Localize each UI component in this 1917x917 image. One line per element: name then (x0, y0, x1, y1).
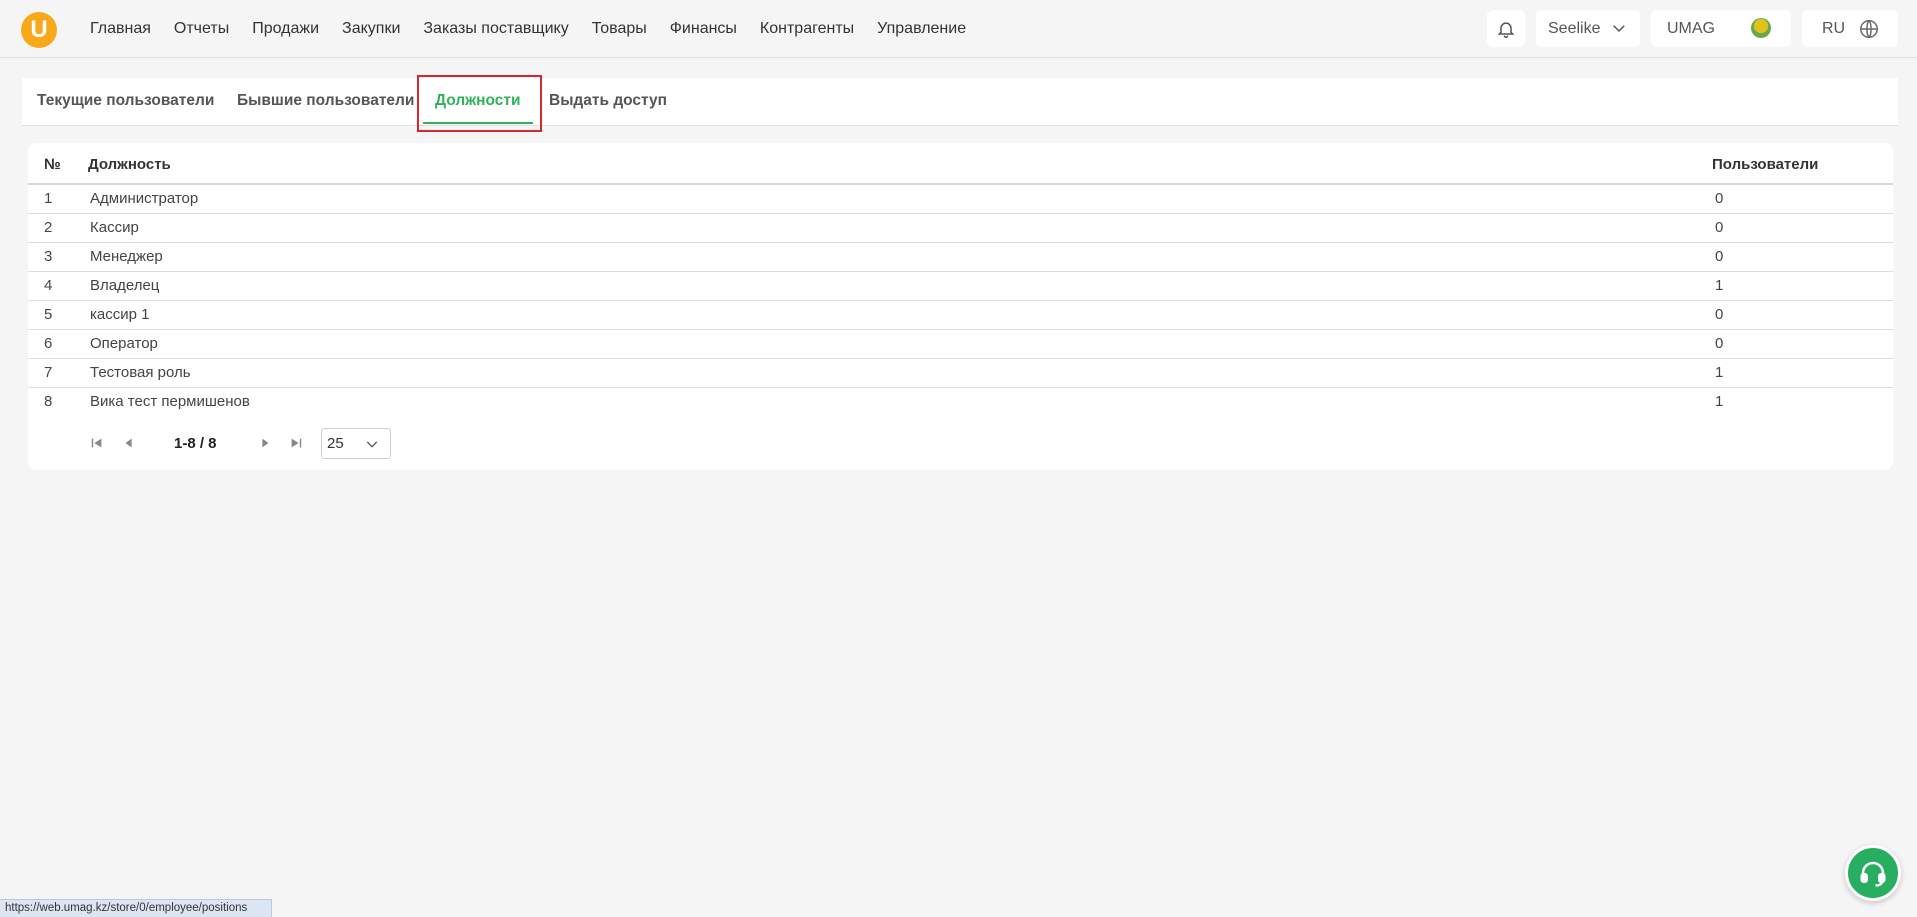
cell-users: 1 (1715, 393, 1724, 410)
next-page-icon[interactable] (258, 435, 272, 451)
table-row[interactable]: 8 Вика тест пермишенов 1 (28, 388, 1893, 417)
table-row[interactable]: 3 Менеджер 0 (28, 243, 1893, 272)
language-label: RU (1822, 19, 1846, 37)
cell-position: Кассир (90, 219, 139, 236)
chevron-down-icon (1613, 25, 1625, 33)
cell-num: 6 (44, 335, 53, 352)
main-nav: Главная Отчеты Продажи Закупки Заказы по… (90, 0, 989, 58)
globe-icon (1860, 20, 1878, 38)
browser-status-url: https://web.umag.kz/store/0/employee/pos… (0, 899, 272, 917)
cell-position: Вика тест пермишенов (90, 393, 250, 410)
cell-position: кассир 1 (90, 306, 150, 323)
support-chat-button[interactable] (1845, 845, 1901, 901)
cell-num: 2 (44, 219, 53, 236)
positions-table-card: № Должность Пользователи 1 Администратор… (28, 143, 1893, 470)
nav-home[interactable]: Главная (90, 20, 151, 38)
table-row[interactable]: 4 Владелец 1 (28, 272, 1893, 301)
user-menu[interactable]: UMAG (1651, 10, 1791, 47)
cell-num: 1 (44, 190, 53, 207)
avatar (1751, 18, 1771, 38)
store-selector[interactable]: Seelike (1536, 10, 1640, 47)
chevron-down-icon (366, 441, 378, 448)
tab-positions-label: Должности (435, 92, 521, 109)
cell-num: 3 (44, 248, 53, 265)
top-header: U Главная Отчеты Продажи Закупки Заказы … (0, 0, 1917, 58)
cell-users: 0 (1715, 335, 1724, 352)
pagination: 1-8 / 8 25 (62, 428, 391, 459)
column-header-users[interactable]: Пользователи (1712, 156, 1818, 173)
cell-users: 0 (1715, 219, 1724, 236)
cell-num: 8 (44, 393, 53, 410)
page-size-select[interactable]: 25 (321, 428, 391, 459)
table-row[interactable]: 7 Тестовая роль 1 (28, 359, 1893, 388)
cell-num: 7 (44, 364, 53, 381)
table-header: № Должность Пользователи (28, 143, 1893, 185)
table-row[interactable]: 6 Оператор 0 (28, 330, 1893, 359)
cell-position: Администратор (90, 190, 199, 207)
tab-positions[interactable]: Должности (423, 78, 533, 126)
table-row[interactable]: 1 Администратор 0 (28, 185, 1893, 214)
cell-position: Оператор (90, 335, 158, 352)
nav-counterparties[interactable]: Контрагенты (760, 20, 854, 38)
nav-sales[interactable]: Продажи (252, 20, 319, 38)
cell-users: 0 (1715, 190, 1724, 207)
cell-num: 4 (44, 277, 53, 294)
last-page-icon[interactable] (289, 435, 303, 451)
cell-position: Менеджер (90, 248, 163, 265)
tab-current-users[interactable]: Текущие пользователи (37, 78, 214, 126)
bell-icon (1497, 21, 1515, 38)
nav-supplier-orders[interactable]: Заказы поставщику (423, 20, 568, 38)
headset-icon (1860, 861, 1886, 887)
cell-position: Владелец (90, 277, 160, 294)
page-size-value: 25 (327, 435, 344, 452)
cell-users: 1 (1715, 364, 1724, 381)
cell-users: 0 (1715, 248, 1724, 265)
table-row[interactable]: 2 Кассир 0 (28, 214, 1893, 243)
notifications-button[interactable] (1487, 10, 1525, 47)
tabs-bar: Текущие пользователи Бывшие пользователи… (22, 78, 1898, 126)
umag-logo[interactable]: U (21, 12, 57, 48)
cell-position: Тестовая роль (90, 364, 191, 381)
tab-grant-access[interactable]: Выдать доступ (549, 78, 667, 126)
cell-users: 0 (1715, 306, 1724, 323)
nav-products[interactable]: Товары (592, 20, 647, 38)
table-row[interactable]: 5 кассир 1 0 (28, 301, 1893, 330)
prev-page-icon[interactable] (122, 435, 136, 451)
nav-reports[interactable]: Отчеты (174, 20, 229, 38)
first-page-icon[interactable] (90, 435, 104, 451)
nav-purchases[interactable]: Закупки (342, 20, 400, 38)
nav-finance[interactable]: Финансы (670, 20, 737, 38)
language-selector[interactable]: RU (1802, 10, 1898, 47)
nav-management[interactable]: Управление (877, 20, 966, 38)
store-name: Seelike (1548, 19, 1601, 37)
tab-former-users[interactable]: Бывшие пользователи (237, 78, 414, 126)
user-name: UMAG (1667, 19, 1715, 37)
active-tab-underline (423, 122, 533, 124)
cell-num: 5 (44, 306, 53, 323)
column-header-position[interactable]: Должность (88, 156, 171, 173)
cell-users: 1 (1715, 277, 1724, 294)
page-range: 1-8 / 8 (174, 435, 217, 452)
column-header-num: № (44, 156, 61, 173)
